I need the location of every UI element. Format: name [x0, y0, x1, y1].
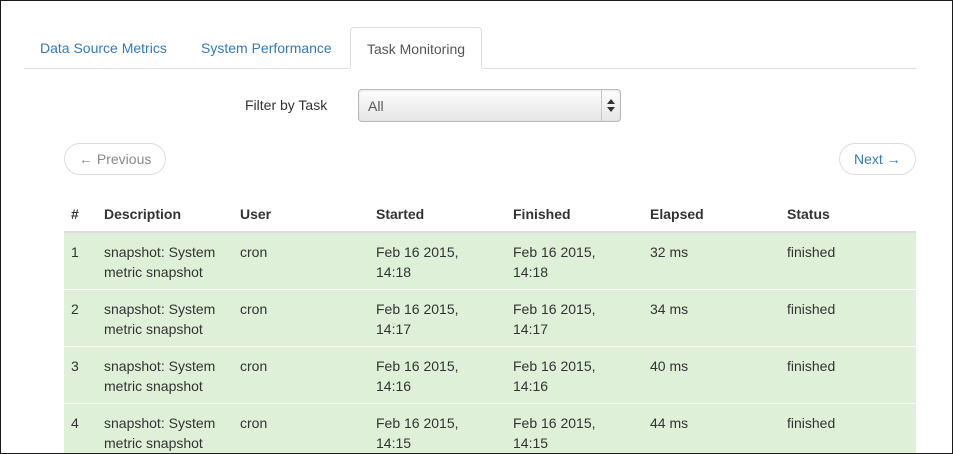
cell-user: cron [240, 403, 376, 453]
started-date: Feb 16 2015, [376, 301, 459, 317]
cell-user: cron [240, 346, 376, 404]
tab-data-source-metrics[interactable]: Data Source Metrics [40, 27, 167, 68]
task-filter-select[interactable]: All [358, 89, 621, 122]
cell-started: Feb 16 2015, 14:15 [376, 403, 513, 453]
tab-bar: Data Source Metrics System Performance T… [24, 27, 916, 69]
cell-started: Feb 16 2015, 14:16 [376, 346, 513, 404]
select-arrows-icon [601, 90, 620, 121]
task-table: # Description User Started Finished Elap… [64, 197, 916, 453]
cell-started: Feb 16 2015, 14:17 [376, 289, 513, 347]
cell-finished: Feb 16 2015, 14:17 [513, 289, 650, 347]
cell-status: finished [787, 231, 916, 290]
started-date: Feb 16 2015, [376, 358, 459, 374]
cell-finished: Feb 16 2015, 14:16 [513, 346, 650, 404]
finished-date: Feb 16 2015, [513, 244, 596, 260]
previous-button[interactable]: ← Previous [64, 143, 167, 175]
cell-num: 3 [64, 346, 104, 404]
cell-status: finished [787, 403, 916, 453]
app-frame: Data Source Metrics System Performance T… [0, 0, 953, 454]
header-description: Description [104, 197, 240, 233]
cell-description: snapshot: System metric snapshot [104, 289, 240, 347]
desc-line-1: snapshot: System [104, 358, 216, 374]
cell-elapsed: 44 ms [650, 403, 787, 453]
cell-finished: Feb 16 2015, 14:15 [513, 403, 650, 453]
table-row: 1 snapshot: System metric snapshot cron F… [64, 231, 916, 290]
cell-started: Feb 16 2015, 14:18 [376, 231, 513, 290]
desc-line-1: snapshot: System [104, 415, 216, 431]
started-time: 14:18 [376, 264, 412, 280]
next-button[interactable]: Next → [839, 143, 916, 175]
finished-time: 14:17 [513, 321, 549, 337]
desc-line-1: snapshot: System [104, 301, 216, 317]
header-started: Started [376, 197, 513, 233]
header-status: Status [787, 197, 916, 233]
table-row: 2 snapshot: System metric snapshot cron F… [64, 289, 916, 347]
desc-line-2: metric snapshot [104, 435, 203, 451]
header-finished: Finished [513, 197, 650, 233]
table-header-row: # Description User Started Finished Elap… [64, 197, 916, 233]
cell-elapsed: 34 ms [650, 289, 787, 347]
cell-description: snapshot: System metric snapshot [104, 346, 240, 404]
finished-date: Feb 16 2015, [513, 301, 596, 317]
desc-line-2: metric snapshot [104, 321, 203, 337]
task-filter-value: All [368, 98, 384, 114]
desc-line-2: metric snapshot [104, 378, 203, 394]
cell-elapsed: 32 ms [650, 231, 787, 290]
table-row: 3 snapshot: System metric snapshot cron F… [64, 346, 916, 404]
cell-num: 2 [64, 289, 104, 347]
header-num: # [64, 197, 104, 233]
desc-line-1: snapshot: System [104, 244, 216, 260]
cell-num: 1 [64, 231, 104, 290]
header-user: User [240, 197, 376, 233]
finished-time: 14:15 [513, 435, 549, 451]
started-time: 14:16 [376, 378, 412, 394]
desc-line-2: metric snapshot [104, 264, 203, 280]
finished-time: 14:18 [513, 264, 549, 280]
table-row: 4 snapshot: System metric snapshot cron F… [64, 403, 916, 453]
cell-user: cron [240, 289, 376, 347]
started-date: Feb 16 2015, [376, 244, 459, 260]
cell-finished: Feb 16 2015, 14:18 [513, 231, 650, 290]
started-time: 14:17 [376, 321, 412, 337]
finished-date: Feb 16 2015, [513, 415, 596, 431]
cell-num: 4 [64, 403, 104, 453]
finished-time: 14:16 [513, 378, 549, 394]
cell-description: snapshot: System metric snapshot [104, 231, 240, 290]
tab-task-monitoring[interactable]: Task Monitoring [350, 27, 482, 69]
cell-description: snapshot: System metric snapshot [104, 403, 240, 453]
filter-label: Filter by Task [245, 97, 328, 113]
cell-status: finished [787, 346, 916, 404]
started-date: Feb 16 2015, [376, 415, 459, 431]
cell-user: cron [240, 231, 376, 290]
finished-date: Feb 16 2015, [513, 358, 596, 374]
tab-system-performance[interactable]: System Performance [201, 27, 332, 68]
started-time: 14:15 [376, 435, 412, 451]
cell-elapsed: 40 ms [650, 346, 787, 404]
header-elapsed: Elapsed [650, 197, 787, 233]
cell-status: finished [787, 289, 916, 347]
